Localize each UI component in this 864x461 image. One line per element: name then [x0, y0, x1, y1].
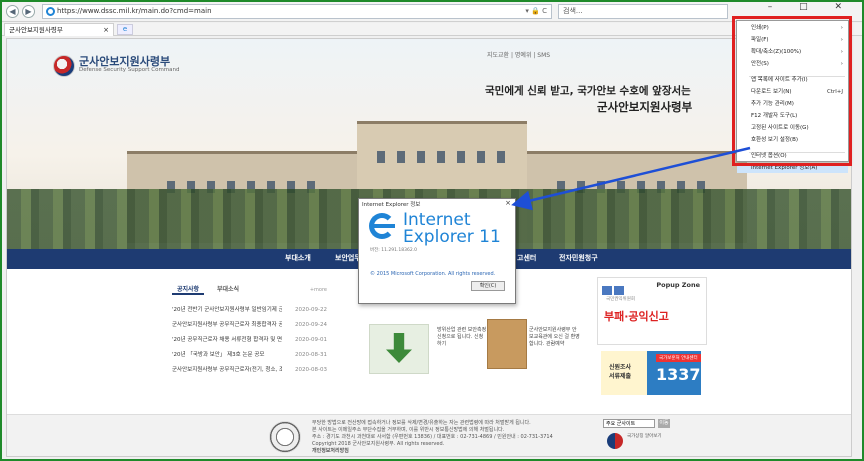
notice-title: '20년 공무직근로자 채용 서류전형 합격자 및 면접...	[172, 337, 282, 343]
screenshot-frame: ◀ ▶ https://www.dssc.mil.kr/main.do?cmd=…	[0, 0, 864, 461]
dssc-logo-icon	[53, 55, 75, 77]
tab-active[interactable]: 군사안보지원사령부 ×	[4, 23, 114, 36]
notice-more-link[interactable]: +more	[310, 287, 327, 293]
background-check-line2: 서류제출	[609, 373, 632, 380]
menu-item-unit-intro[interactable]: 부대소개	[285, 253, 311, 263]
footer-line: 본 사이트는 이메일주소 무단수집을 거부하며, 이를 위반시 정보통신망법에 …	[312, 427, 505, 433]
popup-zone[interactable]: Popup Zone 국민권익위원회 부패·공익신고	[597, 277, 707, 345]
notice-title: 군사안보지원사령부 공무직근로자 최종합격자 공고	[172, 322, 282, 328]
menu-item-security[interactable]: 보안업무	[335, 253, 361, 263]
dialog-title: Internet Explorer 정보	[362, 202, 421, 208]
taegeuk-icon	[607, 433, 623, 449]
popup-zone-title: Popup Zone	[656, 281, 700, 289]
notice-title: '20년 전반기 군사안보지원사령부 일반임기제 군무원...	[172, 307, 282, 313]
address-tools[interactable]: ▾ 🔒 C	[525, 5, 547, 18]
list-item[interactable]: '20년 「국방과 보안」 제3호 논문 공모 2020-08-31	[172, 348, 327, 363]
notice-date: 2020-08-31	[295, 352, 327, 358]
notice-list: '20년 전반기 군사안보지원사령부 일반임기제 군무원... 2020-09-2…	[172, 303, 327, 378]
notice-date: 2020-09-24	[295, 322, 327, 328]
util-links[interactable]: 지도교환 | 명예위 | SMS	[487, 50, 550, 59]
list-item[interactable]: '20년 공무직근로자 채용 서류전형 합격자 및 면접... 2020-09-0…	[172, 333, 327, 348]
slogan-line2: 군사안보지원사령부	[597, 100, 693, 114]
site-logo-subtitle: Defense Security Support Command	[79, 67, 180, 73]
forward-button[interactable]: ▶	[22, 5, 35, 18]
download-arrow-icon	[386, 333, 412, 363]
slogan-line1: 국민에게 신뢰 받고, 국가안보 수호에 앞장서는	[485, 85, 691, 97]
national-symbol-link[interactable]: 국가상징 알아보기	[627, 434, 662, 440]
footer-line: 주소 : 경기도 과천시 과천대로 사서함 (우편번호 13836) / 대표번…	[312, 434, 553, 440]
menu-item-report-center[interactable]: 고센터	[517, 253, 536, 263]
hotline-number: 1337	[656, 365, 701, 384]
tab-title: 군사안보지원사령부	[9, 26, 63, 34]
pause-icon[interactable]	[614, 286, 624, 295]
background-check-label: 신원조사 서류제출	[609, 363, 631, 381]
menu-item-e-petition[interactable]: 전자민원청구	[559, 253, 598, 263]
footer-line: 부당한 방법으로 전산망에 접속하거나 정보를 삭제/변경/유출하는 자는 관련…	[312, 420, 531, 426]
download-banner-text[interactable]: 방위산업 관련 보안측정 신청으로 됩니다. 신청하기	[437, 327, 487, 348]
education-hall-text[interactable]: 군사안보지원사령부 안보교육관에 오신 걸 환영합니다. 관람예약	[529, 327, 581, 348]
search-input[interactable]: 검색...	[558, 4, 728, 19]
ok-button[interactable]: 확인(C)	[471, 281, 505, 291]
notice-date: 2020-08-03	[295, 367, 327, 373]
product-name-line2: Explorer 11	[403, 227, 501, 247]
popup-zone-subtitle: 국민권익위원회	[606, 297, 635, 302]
page-footer: 부당한 방법으로 전산망에 접속하거나 정보를 삭제/변경/유출하는 자는 관련…	[7, 414, 851, 456]
background-check-banner[interactable]: 신원조사 서류제출 국가보훈처 안내센터 1337	[601, 351, 701, 395]
footer-line: Copyright 2018 군사안보지원사령부. All rights res…	[312, 441, 445, 447]
about-ie-dialog: Internet Explorer 정보 × Internet Explorer…	[358, 198, 516, 304]
back-button[interactable]: ◀	[6, 5, 19, 18]
tab-unit-news[interactable]: 부대소식	[212, 285, 244, 295]
hotline-tag: 국가보훈처 안내센터	[656, 354, 701, 362]
background-check-line1: 신원조사	[609, 364, 632, 371]
privacy-policy-link[interactable]: 개인정보처리방침	[312, 448, 553, 455]
download-banner[interactable]	[369, 324, 429, 374]
window-controls[interactable]: – □ ✕	[768, 2, 854, 12]
list-item[interactable]: 군사안보지원사령부 공무직근로자 최종합격자 공고 2020-09-24	[172, 318, 327, 333]
ie-logo-bar	[373, 224, 395, 228]
go-button[interactable]: 이동	[658, 419, 670, 428]
list-item[interactable]: '20년 전반기 군사안보지원사령부 일반임기제 군무원... 2020-09-2…	[172, 303, 327, 318]
ie-favicon-icon	[46, 7, 55, 16]
address-url: https://www.dssc.mil.kr/main.do?cmd=main	[57, 7, 212, 15]
notice-title: 군사안보지원사령부 공무직근로자(전기, 청소, 조리)...	[172, 367, 282, 373]
address-bar[interactable]: https://www.dssc.mil.kr/main.do?cmd=main…	[42, 4, 552, 19]
dialog-close-icon[interactable]: ×	[505, 199, 511, 207]
related-sites-select[interactable]: 주요 군사이트	[603, 419, 655, 428]
footer-text: 부당한 방법으로 전산망에 접속하거나 정보를 삭제/변경/유출하는 자는 관련…	[312, 420, 553, 455]
version-text: 버전: 11.291.18362.0	[370, 248, 418, 253]
list-item[interactable]: 군사안보지원사령부 공무직근로자(전기, 청소, 조리)... 2020-08-0…	[172, 363, 327, 378]
prev-icon[interactable]	[602, 286, 612, 295]
notice-title: '20년 「국방과 보안」 제3호 논문 공모	[172, 352, 265, 358]
background-check-left: 신원조사 서류제출	[601, 351, 647, 395]
command-seal-icon	[269, 421, 301, 453]
tab-notices[interactable]: 공지사항	[172, 285, 205, 295]
education-hall-banner[interactable]	[487, 319, 527, 369]
new-tab-button[interactable]: e	[117, 24, 133, 35]
highlight-box	[732, 16, 852, 166]
notice-date: 2020-09-22	[295, 307, 327, 313]
tab-close-icon[interactable]: ×	[103, 24, 109, 36]
copyright-link[interactable]: © 2015 Microsoft Corporation. All rights…	[370, 271, 495, 277]
popup-zone-slogan: 부패·공익신고	[604, 310, 669, 323]
notice-date: 2020-09-01	[295, 337, 327, 343]
notice-board: 공지사항 부대소식 +more '20년 전반기 군사안보지원사령부 일반임기제…	[172, 285, 327, 405]
